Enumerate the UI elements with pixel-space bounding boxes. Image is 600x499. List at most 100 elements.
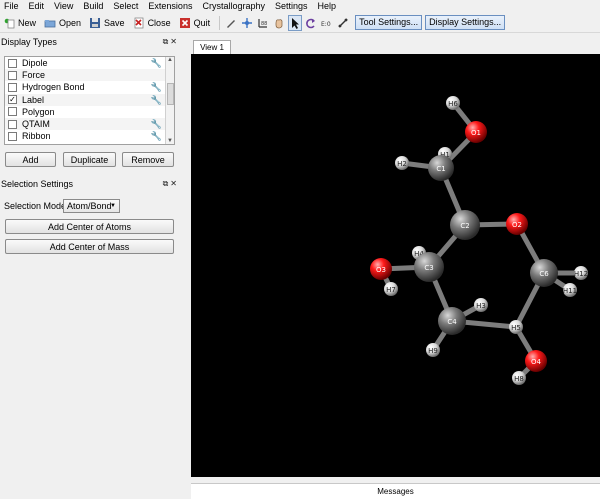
navigate-tool-icon[interactable] <box>240 15 254 31</box>
dock-float-close-icon[interactable]: ⧉✕ <box>163 179 179 189</box>
display-settings-button[interactable]: Display Settings... <box>425 15 506 30</box>
list-item[interactable]: Ribbon 🔧 <box>5 130 174 142</box>
scroll-up-icon[interactable]: ▲ <box>167 57 173 63</box>
atoms-layer: H6O1H1H2C1C2 O2H4C3O3H7C6 H12H11C4H3H5H9O4… <box>370 96 588 385</box>
wrench-icon[interactable]: 🔧 <box>151 95 162 106</box>
menu-file[interactable]: File <box>0 0 24 13</box>
display-types-title: Display Types <box>1 37 57 47</box>
open-label: Open <box>59 17 82 28</box>
remove-display-type-button[interactable]: Remove <box>122 152 174 167</box>
toolbar-separator <box>219 15 221 30</box>
auto-rotate-tool-icon[interactable] <box>304 15 318 31</box>
atom-label-o1: O1 <box>471 129 481 137</box>
atom-label-c3: C3 <box>424 264 433 272</box>
wrench-icon[interactable]: 🔧 <box>151 119 162 130</box>
save-label: Save <box>104 17 125 28</box>
dock-float-close-icon[interactable]: ⧉✕ <box>163 37 179 47</box>
add-display-type-button[interactable]: Add <box>5 152 56 167</box>
menu-edit[interactable]: Edit <box>24 0 50 13</box>
menu-build[interactable]: Build <box>78 0 108 13</box>
list-item[interactable]: ✓ Label 🔧 <box>5 93 174 106</box>
open-folder-icon <box>44 17 56 29</box>
messages-label: Messages <box>377 487 414 496</box>
list-item-label: Polygon <box>22 106 55 117</box>
list-scrollbar[interactable]: ▲ ▼ <box>165 57 174 144</box>
label-checkbox[interactable]: ✓ <box>8 95 17 105</box>
messages-dock[interactable]: Messages <box>191 483 600 499</box>
menu-view[interactable]: View <box>49 0 78 13</box>
add-center-of-mass-button[interactable]: Add Center of Mass <box>5 239 174 254</box>
close-document-icon <box>133 17 145 29</box>
menu-select[interactable]: Select <box>108 0 143 13</box>
list-item[interactable]: Force <box>5 69 174 82</box>
list-item-label: Force <box>22 70 46 81</box>
display-types-list[interactable]: Dipole 🔧 Force Hydrogen Bond 🔧 ✓ Label 🔧… <box>4 56 175 145</box>
atom-label-h2: H2 <box>397 160 407 168</box>
selection-mode-select[interactable]: Atom/Bond ▼ <box>63 199 120 213</box>
new-file-icon <box>3 17 15 29</box>
atom-label-c4: C4 <box>447 318 457 326</box>
wrench-icon[interactable]: 🔧 <box>151 131 162 142</box>
menu-crystallography[interactable]: Crystallography <box>197 0 270 13</box>
add-center-of-atoms-button[interactable]: Add Center of Atoms <box>5 219 174 234</box>
new-label: New <box>18 17 37 28</box>
list-item[interactable]: QTAIM 🔧 <box>5 117 174 131</box>
draw-tool-icon[interactable] <box>224 15 238 31</box>
wrench-icon[interactable]: 🔧 <box>151 82 162 93</box>
open-button[interactable]: Open <box>41 14 84 32</box>
selection-settings-dock-title: Selection Settings ⧉✕ <box>0 178 182 190</box>
atom-label-h12: H12 <box>574 270 588 278</box>
atom-label-c2: C2 <box>460 222 469 230</box>
list-item-label: QTAIM <box>22 119 50 130</box>
manipulate-tool-icon[interactable] <box>272 15 286 31</box>
atom-label-h7: H7 <box>386 286 396 294</box>
qtaim-checkbox[interactable] <box>8 119 17 129</box>
atom-label-h11: H11 <box>563 287 577 295</box>
tool-settings-button[interactable]: Tool Settings... <box>355 15 423 30</box>
menu-extensions[interactable]: Extensions <box>143 0 197 13</box>
ribbon-checkbox[interactable] <box>8 131 17 141</box>
hydrogen-bond-checkbox[interactable] <box>8 82 17 92</box>
chevron-down-icon: ▼ <box>110 203 116 209</box>
atom-label-h9: H9 <box>428 347 438 355</box>
save-button[interactable]: Save <box>86 14 128 32</box>
svg-text:E:0: E:0 <box>321 21 331 28</box>
list-item-label: Ribbon <box>22 131 51 142</box>
scroll-down-icon[interactable]: ▼ <box>167 138 173 144</box>
polygon-checkbox[interactable] <box>8 107 17 117</box>
view-tab-bar: View 1 <box>191 38 600 54</box>
atom-label-o2: O2 <box>512 221 522 229</box>
close-label: Close <box>147 17 171 28</box>
svg-text:88: 88 <box>261 21 267 27</box>
list-item-label: Dipole <box>22 58 48 69</box>
wrench-icon[interactable]: 🔧 <box>151 58 162 69</box>
list-item-label: Hydrogen Bond <box>22 82 85 93</box>
menu-help[interactable]: Help <box>313 0 342 13</box>
selection-mode-label: Selection Mode: <box>4 201 69 211</box>
new-button[interactable]: New <box>0 14 39 32</box>
list-item[interactable]: Polygon <box>5 106 174 118</box>
force-checkbox[interactable] <box>8 70 17 80</box>
display-types-dock-title: Display Types ⧉✕ <box>0 36 182 48</box>
select-tool-icon[interactable] <box>288 14 303 31</box>
scrollbar-thumb[interactable] <box>167 83 174 105</box>
avogadro-window: File Edit View Build Select Extensions C… <box>0 0 600 499</box>
duplicate-display-type-button[interactable]: Duplicate <box>63 152 116 167</box>
atom-label-h3: H3 <box>476 302 486 310</box>
selection-mode-value: Atom/Bond <box>67 201 112 211</box>
atom-label-h8: H8 <box>514 375 524 383</box>
molecule-render[interactable]: H6O1H1H2C1C2 O2H4C3O3H7C6 H12H11C4H3H5H9O4… <box>191 54 600 477</box>
floppy-disk-icon <box>89 17 101 29</box>
dipole-checkbox[interactable] <box>8 58 17 68</box>
molecule-viewport[interactable]: H6 O1 H1 H2 C1 C2 O2 H4 C3 O3 H7 C6 H12 H11 C4 H3 H5 H9 O4… <box>191 54 600 477</box>
close-button[interactable]: Close <box>130 14 174 32</box>
measure-tool-icon[interactable]: 88 <box>256 15 270 31</box>
tab-view-1[interactable]: View 1 <box>193 40 231 54</box>
list-item[interactable]: Hydrogen Bond 🔧 <box>5 81 174 93</box>
atom-label-c6: C6 <box>539 270 549 278</box>
list-item[interactable]: Dipole 🔧 <box>5 57 174 69</box>
bond-centric-tool-icon[interactable] <box>336 15 350 31</box>
auto-optimize-tool-icon[interactable]: E:0 <box>320 15 334 31</box>
quit-button[interactable]: Quit <box>176 14 214 32</box>
menu-settings[interactable]: Settings <box>270 0 313 13</box>
